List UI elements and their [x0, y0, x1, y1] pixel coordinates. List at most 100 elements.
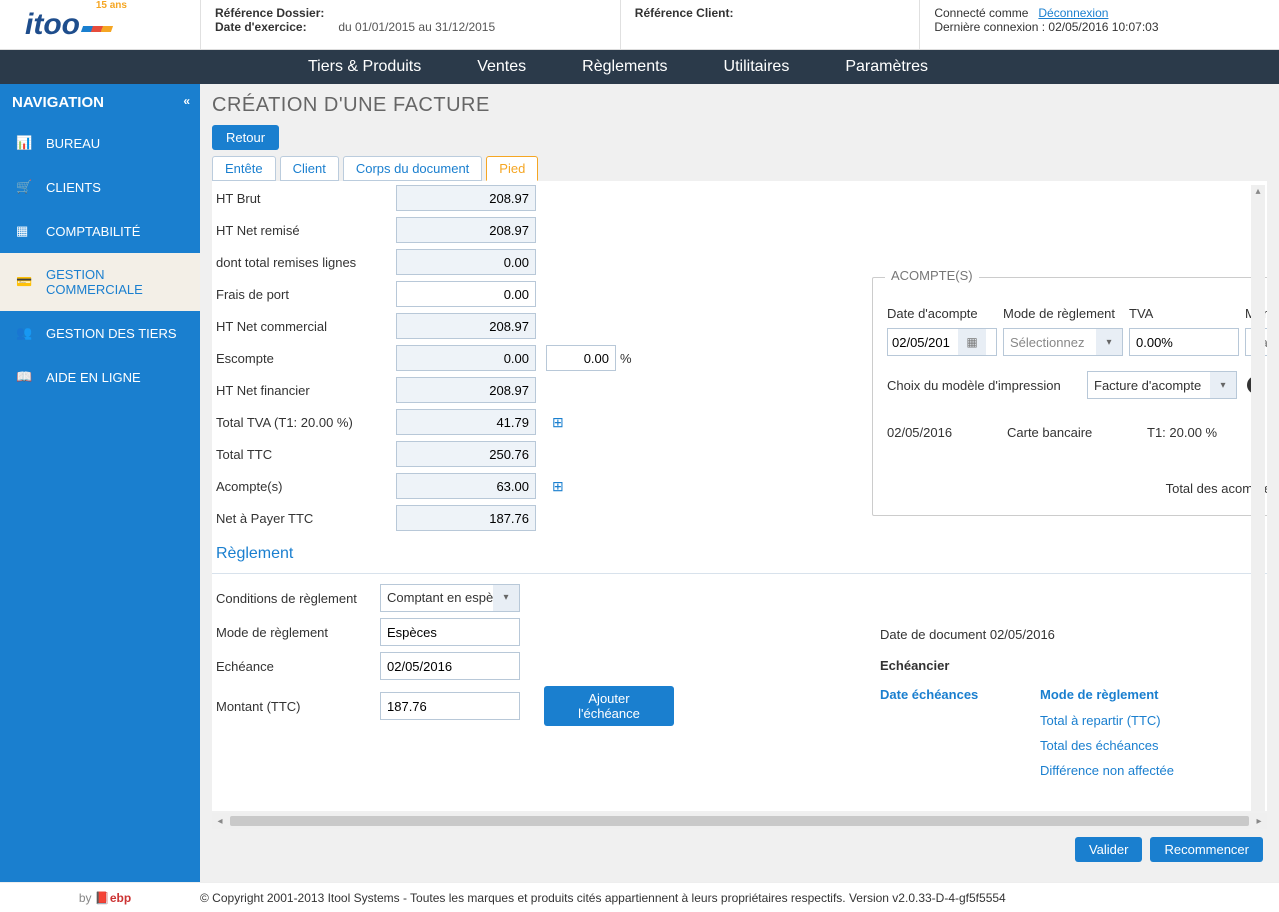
remises-lignes-input [396, 249, 536, 275]
net-payer-input [396, 505, 536, 531]
tab-content: HT Brut HT Net remisé dont total remises… [212, 181, 1267, 811]
menu-ventes[interactable]: Ventes [449, 50, 554, 84]
ac-head-mode: Mode de règlement [1003, 306, 1123, 321]
footer-copyright: © Copyright 2001-2013 Itool Systems - To… [200, 891, 1006, 905]
ht-net-remise-label: HT Net remisé [216, 219, 396, 242]
ac-list-tva: T1: 20.00 % [1147, 425, 1267, 440]
scroll-up-icon[interactable]: ▴ [1251, 185, 1265, 199]
chevron-down-icon[interactable]: ▾ [1210, 372, 1236, 398]
acompte-mode-select[interactable]: Sélectionnez▾ [1003, 328, 1123, 356]
ref-client-label: Référence Client: [635, 6, 755, 20]
pct-sign: % [616, 351, 632, 366]
total-tva-label: Total TVA (T1: 20.00 %) [216, 411, 396, 434]
last-conn-label: Dernière connexion : [934, 20, 1045, 34]
scroll-left-icon[interactable]: ◂ [212, 816, 228, 827]
escompte-label: Escompte [216, 347, 396, 370]
ech-row-label: Différence non affectée [1040, 763, 1260, 778]
ref-dossier-label: Référence Dossier: [215, 6, 335, 20]
tabs: Entête Client Corps du document Pied [212, 156, 1267, 181]
sidebar-item-comptabilite[interactable]: ▦COMPTABILITÉ [0, 209, 200, 253]
ac-head-date: Date d'acompte [887, 306, 997, 321]
acompte-date-input[interactable]: ▦ [887, 328, 997, 356]
total-tva-input [396, 409, 536, 435]
ht-brut-input [396, 185, 536, 211]
recommencer-button[interactable]: Recommencer [1150, 837, 1263, 862]
ech-row-label: Total des échéances [1040, 738, 1260, 753]
acomptes-fieldset: ACOMPTE(S) Date d'acompte Mode de règlem… [872, 277, 1267, 516]
date-exercice-label: Date d'exercice: [215, 20, 335, 34]
tab-entete[interactable]: Entête [212, 156, 276, 181]
horizontal-scrollbar[interactable]: ◂ ▸ [212, 813, 1267, 829]
main-menubar: Tiers & Produits Ventes Règlements Utili… [0, 50, 1279, 84]
sidebar-item-clients[interactable]: 🛒CLIENTS [0, 165, 200, 209]
logout-link[interactable]: Déconnexion [1038, 6, 1108, 20]
total-ttc-input [396, 441, 536, 467]
doc-date: Date de document 02/05/2016 [880, 627, 1267, 642]
escompte-pct-input[interactable] [546, 345, 616, 371]
last-conn-value: 02/05/2016 10:07:03 [1048, 20, 1158, 34]
frais-port-label: Frais de port [216, 283, 396, 306]
acomptes-total-input [396, 473, 536, 499]
acomptes-total-label: Acompte(s) [216, 475, 396, 498]
chevron-down-icon[interactable]: ▾ [1096, 329, 1122, 355]
valider-button[interactable]: Valider [1075, 837, 1143, 862]
ht-brut-label: HT Brut [216, 187, 396, 210]
menu-reglements[interactable]: Règlements [554, 50, 695, 84]
main-content: CRÉATION D'UNE FACTURE Retour Entête Cli… [200, 84, 1279, 882]
sidebar-item-aide[interactable]: 📖AIDE EN LIGNE [0, 355, 200, 399]
remises-lignes-label: dont total remises lignes [216, 251, 396, 274]
calculator-icon[interactable]: ⊞ [552, 478, 564, 494]
collapse-icon[interactable]: « [183, 94, 190, 108]
chevron-down-icon[interactable]: ▾ [493, 585, 519, 611]
sidebar-title: NAVIGATION « [0, 84, 200, 121]
sidebar-item-gestion-tiers[interactable]: 👥GESTION DES TIERS [0, 311, 200, 355]
ac-list-mode: Carte bancaire [1007, 425, 1147, 440]
ht-net-comm-input [396, 313, 536, 339]
ht-net-remise-input [396, 217, 536, 243]
acompte-tva-input[interactable] [1129, 328, 1239, 356]
tab-pied[interactable]: Pied [486, 156, 538, 181]
scroll-right-icon[interactable]: ▸ [1251, 816, 1267, 827]
tab-corps[interactable]: Corps du document [343, 156, 482, 181]
header: itoo15 ans Référence Dossier: Date d'exe… [0, 0, 1279, 50]
back-button[interactable]: Retour [212, 125, 279, 150]
echeancier-label: Echéancier [880, 658, 1267, 673]
frais-port-input[interactable] [396, 281, 536, 307]
menu-parametres[interactable]: Paramètres [817, 50, 956, 84]
print-model-select[interactable]: Facture d'acompte▾ [1087, 371, 1237, 399]
echeance-input[interactable] [380, 652, 520, 680]
calculator-icon[interactable]: ⊞ [552, 414, 564, 430]
vertical-scrollbar[interactable]: ▴ ▾ [1251, 185, 1265, 807]
ac-head-tva: TVA [1129, 306, 1239, 321]
acomptes-legend: ACOMPTE(S) [885, 268, 979, 283]
calculator-icon: ▦ [16, 223, 32, 239]
print-model-label: Choix du modèle d'impression [887, 378, 1077, 393]
tab-client[interactable]: Client [280, 156, 339, 181]
mode-label: Mode de règlement [216, 625, 376, 640]
escompte-input [396, 345, 536, 371]
cond-label: Conditions de règlement [216, 591, 376, 606]
total-ttc-label: Total TTC [216, 443, 396, 466]
add-echeance-button[interactable]: Ajouter l'échéance [544, 686, 674, 726]
footer: by 📕ebp © Copyright 2001-2013 Itool Syst… [0, 882, 1279, 912]
ac-list-date: 02/05/2016 [887, 425, 1007, 440]
sidebar-item-gestion-commerciale[interactable]: 💳GESTION COMMERCIALE [0, 253, 200, 311]
sidebar-item-bureau[interactable]: 📊BUREAU [0, 121, 200, 165]
logo: itoo15 ans [0, 0, 200, 49]
cart-icon: 🛒 [16, 179, 32, 195]
mode-input[interactable] [380, 618, 520, 646]
montant-ttc-input[interactable] [380, 692, 520, 720]
ht-net-fin-label: HT Net financier [216, 379, 396, 402]
menu-tiers-produits[interactable]: Tiers & Produits [280, 50, 449, 84]
echeance-label: Echéance [216, 659, 376, 674]
calendar-icon[interactable]: ▦ [958, 329, 986, 355]
chart-icon: 📊 [16, 135, 32, 151]
cond-select[interactable]: Comptant en espè▾ [380, 584, 520, 612]
users-icon: 👥 [16, 325, 32, 341]
menu-utilitaires[interactable]: Utilitaires [696, 50, 818, 84]
montant-ttc-label: Montant (TTC) [216, 699, 376, 714]
footer-logo: by 📕ebp [10, 891, 200, 905]
book-icon: 📖 [16, 369, 32, 385]
eh-date: Date échéances [880, 687, 1040, 702]
ht-net-comm-label: HT Net commercial [216, 315, 396, 338]
